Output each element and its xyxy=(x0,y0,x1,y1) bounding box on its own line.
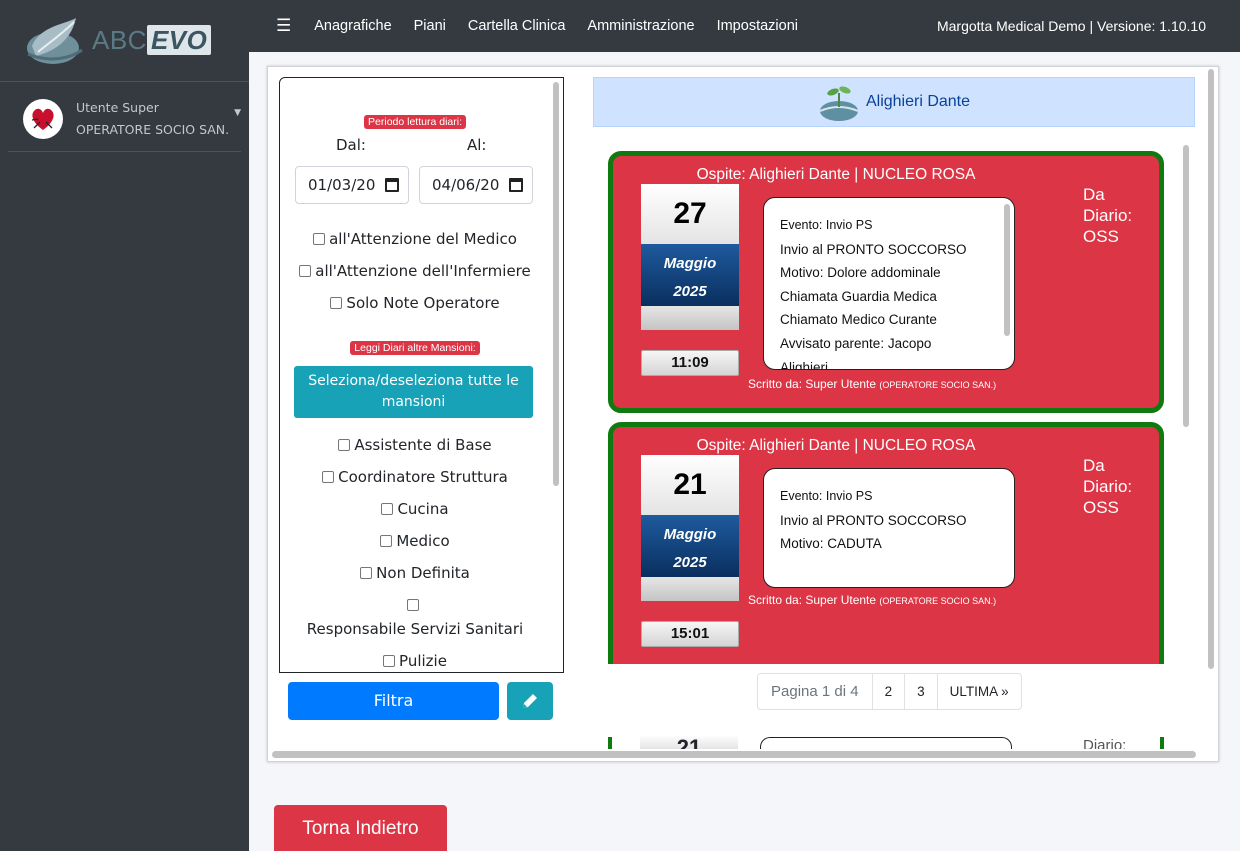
checkbox[interactable] xyxy=(381,503,394,515)
chk-role-responsabile[interactable]: Responsabile Servizi Sanitari xyxy=(280,596,550,638)
user-info: Utente Super OPERATORE SOCIO SAN. xyxy=(76,97,229,141)
diary-scrollbar[interactable] xyxy=(1181,145,1191,645)
caret-down-icon[interactable]: ▼ xyxy=(234,108,241,118)
chk-role-non-definita[interactable]: Non Definita xyxy=(280,564,550,582)
nav-amministrazione[interactable]: Amministrazione xyxy=(587,18,694,34)
edit-pencil-button[interactable] xyxy=(507,682,553,720)
plant-icon xyxy=(819,86,859,121)
written-by: Scritto da: Super Utente (OPERATORE SOCI… xyxy=(748,377,997,391)
chk-role-pulizie[interactable]: Pulizie xyxy=(280,652,550,670)
user-name: Utente Super xyxy=(76,99,159,115)
to-label: Al: xyxy=(467,136,487,154)
nav-piani[interactable]: Piani xyxy=(414,18,446,34)
user-role: OPERATORE SOCIO SAN. xyxy=(76,121,230,137)
entry-time: 11:09 xyxy=(641,350,739,376)
filter-button[interactable]: Filtra xyxy=(288,682,499,720)
card-vertical-scrollbar[interactable] xyxy=(1206,69,1216,749)
nav-anagrafiche[interactable]: Anagrafiche xyxy=(314,18,391,34)
chk-role-medico[interactable]: Medico xyxy=(280,532,550,550)
app-version-info: Margotta Medical Demo | Versione: 1.10.1… xyxy=(936,18,1206,34)
top-navbar: ☰ Anagrafiche Piani Cartella Clinica Amm… xyxy=(249,0,1240,52)
calendar-icon[interactable] xyxy=(509,178,523,192)
diary-entry-title: Ospite: Alighieri Dante | NUCLEO ROSA xyxy=(696,437,976,454)
pagination-last[interactable]: ULTIMA » xyxy=(936,673,1022,710)
to-date-input[interactable]: 04/06/20 xyxy=(419,166,533,204)
from-date-input[interactable]: 01/03/20 xyxy=(295,166,409,204)
calendar-icon[interactable] xyxy=(385,178,399,192)
period-badge: Periodo lettura diari: xyxy=(364,115,466,129)
chk-attention-nurse[interactable]: all'Attenzione dell'Infermiere xyxy=(280,262,550,280)
checkbox[interactable] xyxy=(299,265,312,277)
pagination-page-2[interactable]: 2 xyxy=(871,673,906,710)
filter-panel-scrollbar[interactable] xyxy=(553,82,559,486)
nav-impostazioni[interactable]: Impostazioni xyxy=(717,18,798,34)
checkbox[interactable] xyxy=(380,535,393,547)
diary-source: Da Diario: OSS xyxy=(1083,185,1133,246)
leaf-logo-icon xyxy=(27,17,83,64)
checkbox[interactable] xyxy=(330,297,343,309)
date-day: 27 xyxy=(641,184,739,244)
chk-role-coordinatore[interactable]: Coordinatore Struttura xyxy=(280,468,550,486)
checkbox[interactable] xyxy=(313,233,326,245)
entry-time: 15:01 xyxy=(641,621,739,647)
from-label: Dal: xyxy=(336,136,366,154)
written-by: Scritto da: Super Utente (OPERATORE SOCI… xyxy=(748,593,997,607)
chk-attention-doctor[interactable]: all'Attenzione del Medico xyxy=(280,230,550,248)
checkbox[interactable] xyxy=(338,439,351,451)
date-calendar: 21 Maggio 2025 xyxy=(641,455,739,603)
checkbox[interactable] xyxy=(383,655,396,667)
heart-avatar-icon xyxy=(31,108,54,130)
filter-panel: Periodo lettura diari: Dal: Al: 01/03/20… xyxy=(279,77,564,673)
sidebar: ABC EVO Utente Super OPERATORE SOCIO SAN.… xyxy=(0,0,249,851)
nav-cartella-clinica[interactable]: Cartella Clinica xyxy=(468,18,566,34)
diary-list: Ospite: Alighieri Dante | NUCLEO ROSA 27… xyxy=(603,143,1193,664)
patient-name: Alighieri Dante xyxy=(865,93,971,110)
chk-role-assistente[interactable]: Assistente di Base xyxy=(280,436,550,454)
avatar xyxy=(23,98,63,139)
brand[interactable]: ABC EVO xyxy=(0,0,249,82)
patient-header: Alighieri Dante xyxy=(593,77,1195,127)
user-panel[interactable]: Utente Super OPERATORE SOCIO SAN. ▼ xyxy=(8,86,241,152)
diary-source: Da Diario: OSS xyxy=(1083,456,1133,517)
pagination: Pagina 1 di 4 2 3 ULTIMA » xyxy=(757,673,1022,710)
diary-card-container: Periodo lettura diari: Dal: Al: 01/03/20… xyxy=(267,66,1219,762)
back-button[interactable]: Torna Indietro xyxy=(274,805,447,851)
checkbox[interactable] xyxy=(360,567,373,579)
date-month-year: Maggio 2025 xyxy=(641,515,739,577)
diary-entry: Ospite: Alighieri Dante | NUCLEO ROSA 21… xyxy=(608,422,1164,664)
entry-note[interactable]: Evento: Invio PS Invio al PRONTO SOCCORS… xyxy=(763,197,1015,370)
chk-role-cucina[interactable]: Cucina xyxy=(280,500,550,518)
checkbox[interactable] xyxy=(322,471,335,483)
card-horizontal-scrollbar[interactable] xyxy=(270,749,1200,759)
checkbox[interactable] xyxy=(407,599,419,611)
diary-entry-title: Ospite: Alighieri Dante | NUCLEO ROSA xyxy=(696,166,976,183)
brand-name: ABC EVO xyxy=(92,25,212,56)
pagination-current: Pagina 1 di 4 xyxy=(757,673,873,710)
entry-note[interactable]: Evento: Invio PS Invio al PRONTO SOCCORS… xyxy=(763,468,1015,588)
date-month-year: Maggio 2025 xyxy=(641,244,739,306)
diary-entry-partial: 21 Diario: xyxy=(608,735,1168,749)
note-scrollbar[interactable] xyxy=(1004,204,1010,336)
diary-entry: Ospite: Alighieri Dante | NUCLEO ROSA 27… xyxy=(608,151,1164,413)
date-calendar: 27 Maggio 2025 xyxy=(641,184,739,332)
pagination-page-3[interactable]: 3 xyxy=(904,673,938,710)
chk-operator-notes[interactable]: Solo Note Operatore xyxy=(280,294,550,312)
pencil-icon xyxy=(523,694,537,708)
toggle-all-roles-button[interactable]: Seleziona/deseleziona tutte le mansioni xyxy=(294,366,533,418)
hamburger-menu-icon[interactable]: ☰ xyxy=(276,16,291,36)
roles-badge: Leggi Diari altre Mansioni: xyxy=(350,341,480,355)
date-day: 21 xyxy=(641,455,739,515)
